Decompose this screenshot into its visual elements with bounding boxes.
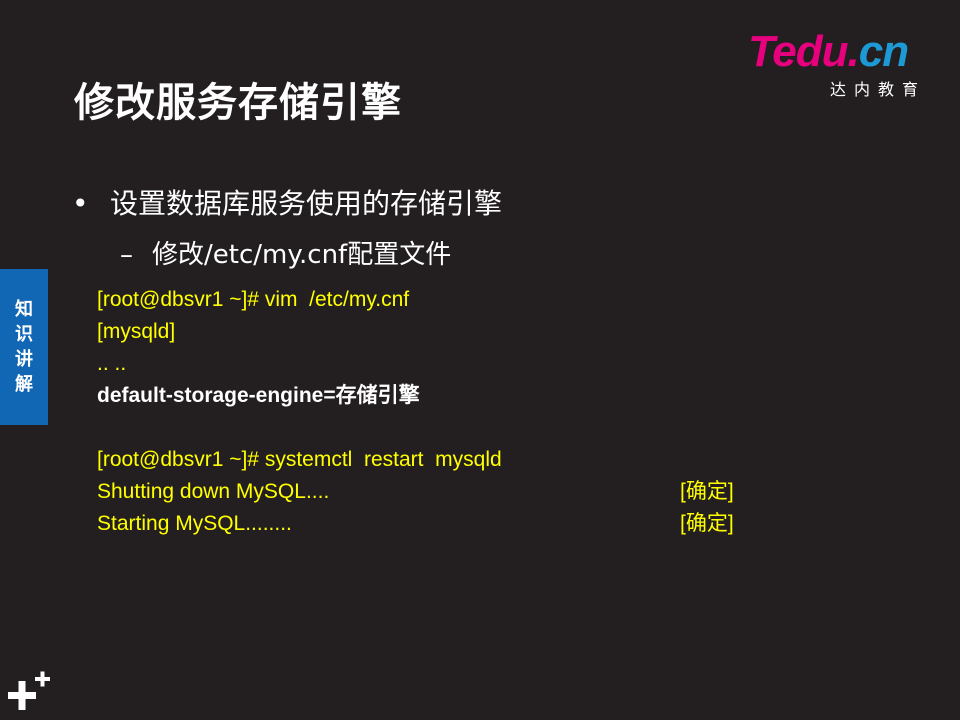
status-ok: [确定] bbox=[680, 512, 734, 535]
logo-wordmark: Tedu.cn bbox=[748, 27, 909, 76]
code-block: [root@dbsvr1 ~]# vim /etc/my.cnf [mysqld… bbox=[97, 284, 797, 540]
bullet-dot-icon: • bbox=[72, 187, 89, 220]
code-line-text: Starting MySQL........ bbox=[97, 512, 292, 535]
logo-subtitle: 达内教育 bbox=[830, 80, 927, 99]
logo-dot: . bbox=[847, 27, 859, 76]
bullet-text: 设置数据库服务使用的存储引擎 bbox=[110, 187, 503, 220]
slide: 修改服务存储引擎 Tedu.cn 达内教育 知识讲解 • 设置数据库服务使用的存储… bbox=[0, 0, 960, 720]
tedu-logo: Tedu.cn 达内教育 bbox=[748, 28, 928, 100]
logo-letter-t: T bbox=[748, 27, 773, 76]
status-ok: [确定] bbox=[680, 480, 734, 503]
logo-text-cn: cn bbox=[858, 27, 909, 76]
sub-bullet-dash: – bbox=[120, 240, 133, 270]
code-line: [root@dbsvr1 ~]# vim /etc/my.cnf bbox=[97, 288, 410, 311]
side-tab-label: 知识讲解 bbox=[15, 299, 33, 395]
sub-bullet-item: – 修改/etc/my.cnf配置文件 bbox=[120, 234, 451, 271]
plus-decoration-icon bbox=[8, 671, 50, 710]
sub-bullet-text: 修改/etc/my.cnf配置文件 bbox=[152, 240, 452, 270]
code-line: .. .. bbox=[97, 352, 127, 375]
bullet-item: • 设置数据库服务使用的存储引擎 bbox=[72, 182, 502, 222]
logo-text-edu: edu bbox=[772, 27, 848, 76]
section-side-tab: 知识讲解 bbox=[0, 269, 48, 425]
code-line-with-status: Starting MySQL........ [确定] bbox=[97, 508, 797, 540]
code-line-text: Shutting down MySQL.... bbox=[97, 480, 330, 503]
code-line: [root@dbsvr1 ~]# systemctl restart mysql… bbox=[97, 448, 502, 471]
code-line-config: default-storage-engine=存储引擎 bbox=[97, 384, 420, 407]
slide-title: 修改服务存储引擎 bbox=[74, 80, 402, 126]
code-line-with-status: Shutting down MySQL.... [确定] bbox=[97, 476, 797, 508]
code-line: [mysqld] bbox=[97, 320, 176, 343]
